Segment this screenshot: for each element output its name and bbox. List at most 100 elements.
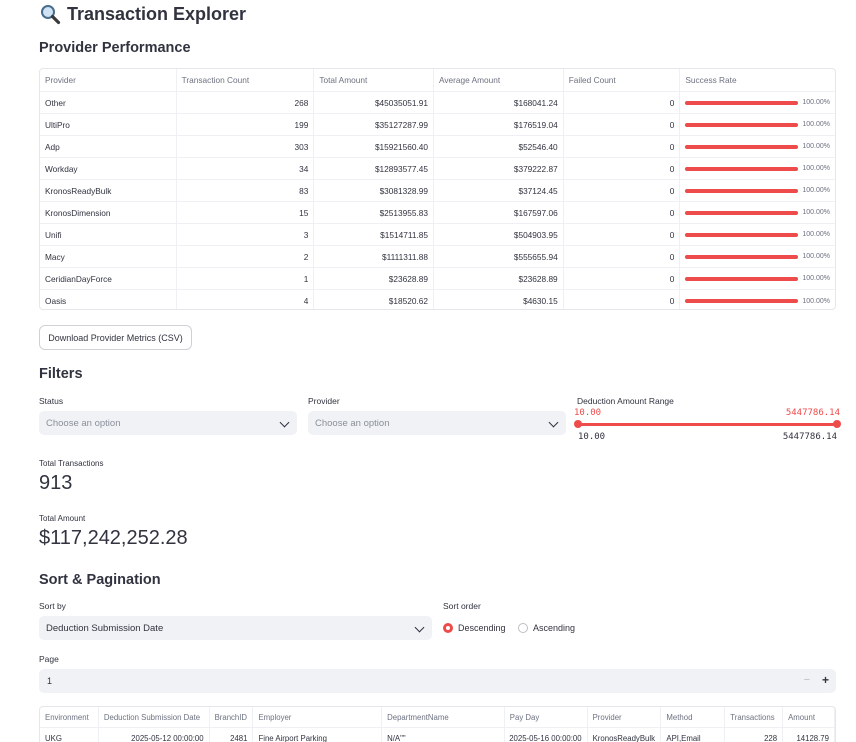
success-rate-cell: 100.00% (680, 290, 835, 309)
provider-label: Provider (308, 396, 340, 406)
radio-descending-label: Descending (458, 623, 506, 633)
table-row[interactable]: Other 268 $45035051.91 $168041.24 0 100.00% (40, 92, 835, 114)
column-header[interactable]: Transaction Count (177, 69, 315, 91)
count-cell: 1 (177, 268, 315, 289)
failed-cell: 0 (564, 92, 681, 113)
provider-cell: Adp (40, 136, 177, 157)
table-row[interactable]: Oasis 4 $18520.62 $4630.15 0 100.00% (40, 290, 835, 309)
range-slider-track[interactable] (577, 423, 837, 426)
success-rate-bar (685, 122, 798, 127)
count-cell: 303 (177, 136, 315, 157)
failed-cell: 0 (564, 224, 681, 245)
total-cell: $45035051.91 (314, 92, 435, 113)
column-header[interactable]: Pay Day (505, 707, 588, 727)
success-rate-bar-fill (685, 122, 798, 127)
table-row[interactable]: UKG 2025-05-12 00:00:00 2481 Fine Airpor… (40, 728, 835, 742)
magnifier-icon (39, 3, 61, 25)
deduction-range-label: Deduction Amount Range (577, 396, 674, 406)
total-cell: $1111311.88 (314, 246, 435, 267)
success-rate-label: 100.00% (802, 253, 830, 260)
provider-performance-table[interactable]: Provider Transaction Count Total Amount … (39, 68, 836, 310)
decrement-button[interactable]: − (804, 674, 810, 686)
failed-cell: 0 (564, 158, 681, 179)
page-number-input[interactable]: 1 − + (39, 669, 836, 693)
provider-select[interactable]: Choose an option (308, 411, 566, 435)
column-header[interactable]: Total Amount (314, 69, 435, 91)
table-row[interactable]: Workday 34 $12893577.45 $379222.87 0 100.00% (40, 158, 835, 180)
avg-cell: $176519.04 (434, 114, 564, 135)
avg-cell: $168041.24 (434, 92, 564, 113)
provider-cell: Workday (40, 158, 177, 179)
radio-selected-icon (443, 623, 453, 633)
column-header[interactable]: Provider (40, 69, 177, 91)
failed-cell: 0 (564, 136, 681, 157)
column-header[interactable]: DepartmentName (382, 707, 505, 727)
table-row[interactable]: Unifi 3 $1514711.85 $504903.95 0 100.00% (40, 224, 835, 246)
download-provider-metrics-button[interactable]: Download Provider Metrics (CSV) (39, 325, 192, 350)
page-number-value: 1 (47, 676, 53, 686)
success-rate-cell: 100.00% (680, 92, 835, 113)
count-cell: 15 (177, 202, 315, 223)
column-header[interactable]: Environment (40, 707, 99, 727)
success-rate-label: 100.00% (802, 99, 830, 106)
success-rate-label: 100.00% (802, 297, 830, 305)
total-amount-label: Total Amount (39, 514, 86, 523)
column-header[interactable]: Method (661, 707, 726, 727)
column-header[interactable]: Amount (783, 707, 835, 727)
column-header[interactable]: Transactions (725, 707, 784, 727)
provider-cell: UltiPro (40, 114, 177, 135)
page-title: Transaction Explorer (39, 3, 246, 25)
count-cell: 268 (177, 92, 315, 113)
table-row[interactable]: UltiPro 199 $35127287.99 $176519.04 0 100.00% (40, 114, 835, 136)
radio-descending[interactable]: Descending (443, 623, 506, 633)
range-low-value: 10.00 (574, 408, 602, 418)
provider-cell: Unifi (40, 224, 177, 245)
avg-cell: $52546.40 (434, 136, 564, 157)
column-header[interactable]: Provider (588, 707, 662, 727)
success-rate-cell: 100.00% (680, 158, 835, 179)
range-high-handle[interactable] (833, 420, 841, 428)
provider-placeholder: Choose an option (315, 417, 390, 429)
total-cell: $2513955.83 (314, 202, 435, 223)
radio-ascending-label: Ascending (533, 623, 576, 633)
sort-by-select[interactable]: Deduction Submission Date (39, 616, 432, 640)
radio-ascending[interactable]: Ascending (518, 623, 575, 633)
provider-cell: KronosReadyBulk (588, 728, 662, 742)
sort-pagination-heading: Sort & Pagination (39, 572, 161, 588)
success-rate-cell: 100.00% (680, 268, 835, 289)
success-rate-bar-fill (685, 166, 798, 171)
failed-cell: 0 (564, 290, 681, 309)
column-header[interactable]: Failed Count (564, 69, 681, 91)
column-header[interactable]: Employer (253, 707, 383, 727)
column-header[interactable]: BranchID (210, 707, 254, 727)
table-row[interactable]: KronosDimension 15 $2513955.83 $167597.06 0 1… (40, 202, 835, 224)
table-row[interactable]: Adp 303 $15921560.40 $52546.40 0 100.00% (40, 136, 835, 158)
increment-button[interactable]: + (822, 673, 829, 687)
column-header[interactable]: Success Rate (680, 69, 835, 91)
success-rate-bar-fill (685, 210, 798, 215)
table-row[interactable]: KronosReadyBulk 83 $3081328.99 $37124.45 0 10… (40, 180, 835, 202)
chevron-down-icon (414, 622, 425, 633)
transactions-table[interactable]: Environment Deduction Submission Date Br… (39, 706, 836, 742)
avg-cell: $4630.15 (434, 290, 564, 309)
sort-order-label: Sort order (443, 601, 481, 611)
total-cell: $3081328.99 (314, 180, 435, 201)
sort-by-label: Sort by (39, 601, 66, 611)
success-rate-bar (685, 276, 798, 281)
column-header[interactable]: Average Amount (434, 69, 564, 91)
success-rate-cell: 100.00% (680, 224, 835, 245)
status-label: Status (39, 396, 64, 406)
submission-date-cell: 2025-05-12 00:00:00 (99, 728, 210, 742)
success-rate-label: 100.00% (802, 231, 830, 238)
range-low-handle[interactable] (574, 420, 582, 428)
count-cell: 4 (177, 290, 315, 309)
total-transactions-value: 913 (39, 472, 73, 494)
success-rate-bar (685, 210, 798, 215)
success-rate-bar (685, 299, 798, 303)
success-rate-label: 100.00% (802, 143, 830, 150)
table-row[interactable]: CeridianDayForce 1 $23628.89 $23628.89 0 100.… (40, 268, 835, 290)
status-select[interactable]: Choose an option (39, 411, 297, 435)
table-row[interactable]: Macy 2 $1111311.88 $555655.94 0 100.00% (40, 246, 835, 268)
failed-cell: 0 (564, 180, 681, 201)
column-header[interactable]: Deduction Submission Date (99, 707, 210, 727)
